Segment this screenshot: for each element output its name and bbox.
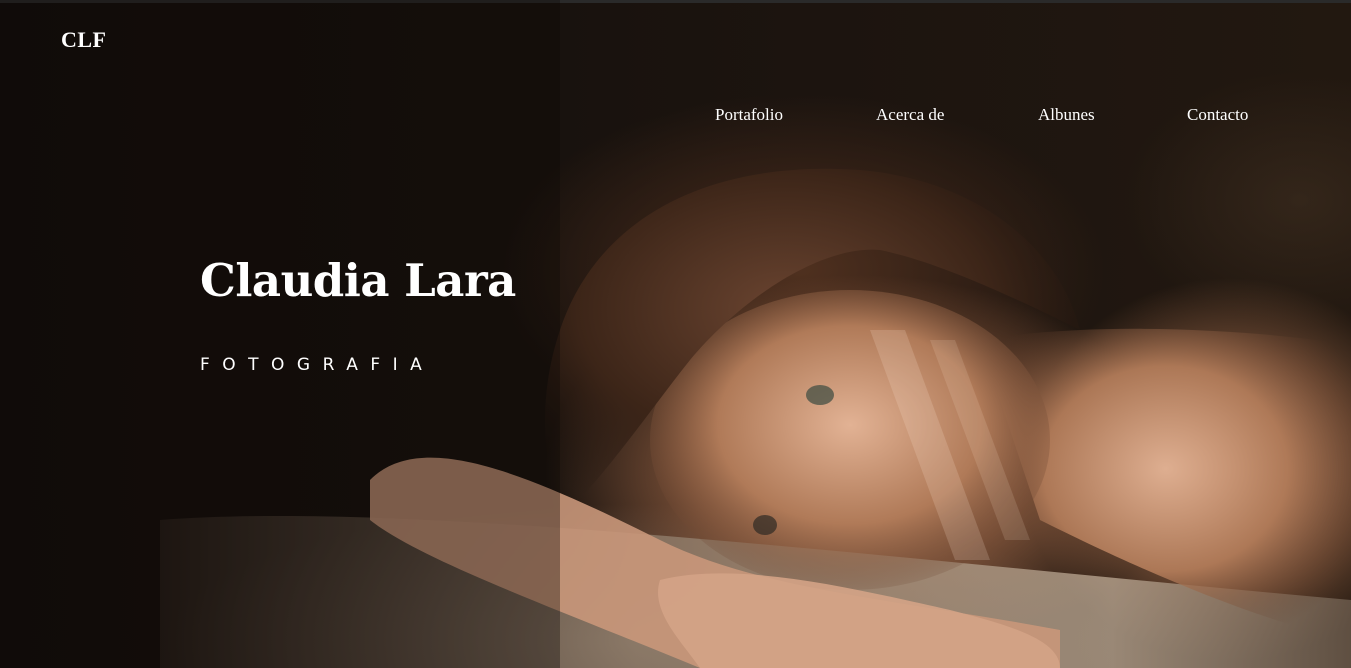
nav-link-acerca-de[interactable]: Acerca de (876, 105, 944, 125)
main-nav: Portafolio Acerca de Albunes Contacto (0, 105, 1351, 129)
hero-section: CLF Portafolio Acerca de Albunes Contact… (0, 0, 1351, 668)
hero-background-photo (0, 0, 1351, 668)
nav-link-contacto[interactable]: Contacto (1187, 105, 1248, 125)
hero-subtitle: FOTOGRAFIA (200, 355, 435, 375)
hero-title: Claudia Lara (200, 254, 516, 307)
nav-link-albunes[interactable]: Albunes (1038, 105, 1095, 125)
site-logo[interactable]: CLF (61, 27, 107, 53)
nav-link-portafolio[interactable]: Portafolio (715, 105, 783, 125)
